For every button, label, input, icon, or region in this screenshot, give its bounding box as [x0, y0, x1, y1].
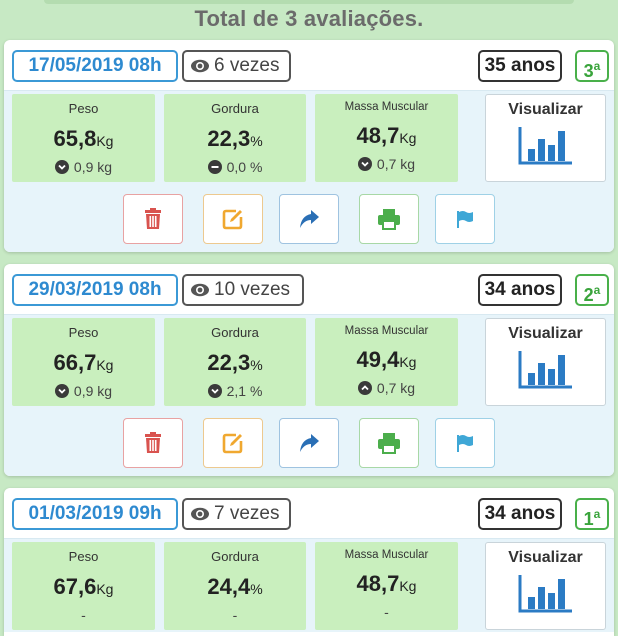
- metric-delta: -: [384, 604, 389, 620]
- evaluation-card: 29/03/2019 08h 10 vezes 34 anos 2a Peso …: [4, 264, 614, 476]
- bar-chart-icon: [518, 127, 572, 165]
- edit-button[interactable]: [203, 194, 263, 244]
- metric-fat: Gordura 22,3% 2,1 %: [164, 318, 306, 406]
- metric-value: 49,4Kg: [356, 347, 417, 372]
- visualize-button[interactable]: Visualizar: [485, 94, 606, 182]
- metric-fat: Gordura 22,3% 0,0 %: [164, 94, 306, 182]
- print-icon: [378, 209, 400, 230]
- views-text: 6 vezes: [214, 55, 280, 76]
- edit-icon: [222, 433, 243, 454]
- views-text: 10 vezes: [214, 279, 291, 300]
- metric-value: 22,3%: [207, 126, 263, 151]
- metric-label: Peso: [68, 101, 99, 116]
- ordinal-badge: 3a: [575, 50, 609, 82]
- actions-row: [4, 408, 614, 476]
- chevron-down-circle-icon: [54, 384, 69, 398]
- share-button[interactable]: [279, 418, 339, 468]
- metric-delta: -: [81, 607, 86, 623]
- metric-delta: 2,1 %: [164, 383, 306, 399]
- metric-value: 22,3%: [207, 350, 263, 375]
- metric-value: 48,7Kg: [356, 571, 417, 596]
- metric-label: Massa Muscular: [344, 549, 429, 561]
- ordinal-badge: 1a: [575, 498, 609, 530]
- print-button[interactable]: [359, 194, 419, 244]
- age-badge: 35 anos: [478, 50, 562, 82]
- eye-icon: [191, 283, 209, 297]
- metric-delta: 0,7 kg: [315, 380, 458, 396]
- chevron-down-circle-icon: [207, 384, 222, 398]
- evaluation-card: 17/05/2019 08h 6 vezes 35 anos 3a Peso 6…: [4, 40, 614, 252]
- metric-label: Gordura: [211, 549, 259, 564]
- views-count-badge: 10 vezes: [182, 274, 304, 306]
- visualize-label: Visualizar: [508, 101, 583, 118]
- evaluation-card: 01/03/2019 09h 7 vezes 34 anos 1a Peso 6…: [4, 488, 614, 636]
- chevron-down-circle-icon: [54, 160, 69, 174]
- age-badge: 34 anos: [478, 274, 562, 306]
- chevron-down-circle-icon: [357, 157, 372, 171]
- delete-button[interactable]: [123, 194, 183, 244]
- edit-icon: [222, 209, 243, 230]
- metric-weight: Peso 65,8Kg 0,9 kg: [12, 94, 155, 182]
- metric-delta: 0,7 kg: [315, 156, 458, 172]
- bar-chart-icon: [518, 575, 572, 613]
- metric-label: Massa Muscular: [344, 325, 429, 337]
- views-count-badge: 7 vezes: [182, 498, 291, 530]
- metric-weight: Peso 67,6Kg -: [12, 542, 155, 630]
- visualize-label: Visualizar: [508, 325, 583, 342]
- metric-value: 67,6Kg: [53, 574, 114, 599]
- visualize-label: Visualizar: [508, 549, 583, 566]
- metric-value: 48,7Kg: [356, 123, 417, 148]
- metric-delta: 0,0 %: [164, 159, 306, 175]
- metric-delta: -: [232, 607, 238, 623]
- metric-fat: Gordura 24,4% -: [164, 542, 306, 630]
- metric-muscle: Massa Muscular 48,7Kg -: [315, 542, 458, 630]
- metric-delta: 0,9 kg: [12, 383, 155, 399]
- metrics-row: Peso 66,7Kg 0,9 kg Gordura 22,3% 2,1 % M…: [4, 314, 614, 408]
- metric-label: Gordura: [211, 325, 259, 340]
- top-strip: [44, 0, 574, 4]
- edit-button[interactable]: [203, 418, 263, 468]
- trash-icon: [145, 432, 161, 453]
- metrics-row: Peso 65,8Kg 0,9 kg Gordura 22,3% 0,0 % M…: [4, 90, 614, 184]
- metric-value: 66,7Kg: [53, 350, 114, 375]
- share-button[interactable]: [279, 194, 339, 244]
- flag-button[interactable]: [435, 194, 495, 244]
- eye-icon: [191, 59, 209, 73]
- metrics-row: Peso 67,6Kg - Gordura 24,4% - Massa Musc…: [4, 538, 614, 632]
- metric-label: Peso: [68, 325, 99, 340]
- eye-icon: [191, 507, 209, 521]
- flag-icon: [457, 435, 473, 452]
- metric-muscle: Massa Muscular 49,4Kg 0,7 kg: [315, 318, 458, 406]
- metric-value: 24,4%: [207, 574, 263, 599]
- print-icon: [378, 433, 400, 454]
- views-text: 7 vezes: [214, 503, 280, 524]
- delete-button[interactable]: [123, 418, 183, 468]
- trash-icon: [145, 208, 161, 229]
- metric-label: Peso: [68, 549, 99, 564]
- age-badge: 34 anos: [478, 498, 562, 530]
- visualize-button[interactable]: Visualizar: [485, 318, 606, 406]
- print-button[interactable]: [359, 418, 419, 468]
- metric-value: 65,8Kg: [53, 126, 114, 151]
- metric-label: Massa Muscular: [344, 101, 429, 113]
- flag-icon: [457, 211, 473, 228]
- evaluation-date[interactable]: 17/05/2019 08h: [12, 50, 178, 82]
- share-icon: [300, 210, 319, 228]
- page-title: Total de 3 avaliações.: [194, 6, 424, 31]
- evaluation-date[interactable]: 01/03/2019 09h: [12, 498, 178, 530]
- views-count-badge: 6 vezes: [182, 50, 291, 82]
- minus-circle-icon: [207, 160, 222, 174]
- ordinal-badge: 2a: [575, 274, 609, 306]
- actions-row: [4, 184, 614, 252]
- chevron-up-circle-icon: [357, 381, 372, 395]
- bar-chart-icon: [518, 351, 572, 389]
- metric-delta: 0,9 kg: [12, 159, 155, 175]
- metric-weight: Peso 66,7Kg 0,9 kg: [12, 318, 155, 406]
- share-icon: [300, 434, 319, 452]
- metric-label: Gordura: [211, 101, 259, 116]
- metric-muscle: Massa Muscular 48,7Kg 0,7 kg: [315, 94, 458, 182]
- evaluation-date[interactable]: 29/03/2019 08h: [12, 274, 178, 306]
- flag-button[interactable]: [435, 418, 495, 468]
- visualize-button[interactable]: Visualizar: [485, 542, 606, 630]
